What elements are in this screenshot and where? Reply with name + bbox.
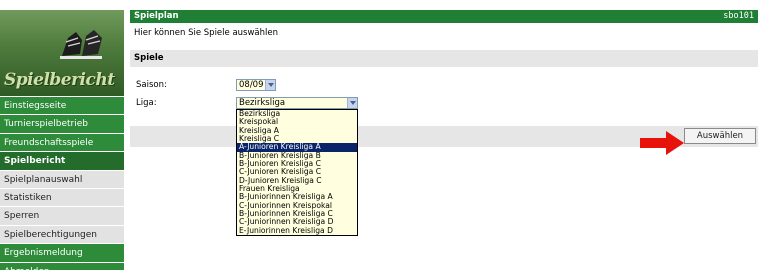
dropdown-option[interactable]: C-Juniorinnen Kreispokal — [237, 202, 357, 210]
sidebar-item[interactable]: Abmelden — [0, 262, 124, 270]
dropdown-option[interactable]: Frauen Kreisliga — [237, 185, 357, 193]
liga-select[interactable]: Bezirksliga — [236, 97, 358, 109]
sidebar-item[interactable]: Ergebnismeldung — [0, 244, 124, 263]
page-title-bar: Spielplan sbo101 — [130, 10, 758, 23]
page-title: Spielplan — [134, 11, 179, 21]
dropdown-option[interactable]: Kreispokal — [237, 118, 357, 126]
dropdown-option[interactable]: Kreisliga C — [237, 135, 357, 143]
sidebar-item[interactable]: Sperren — [0, 207, 124, 226]
logo-text: Spielbericht — [4, 70, 115, 90]
sidebar-item[interactable]: Turnierspielbetrieb — [0, 115, 124, 134]
dropdown-option[interactable]: C-Junioren Kreisliga C — [237, 168, 357, 176]
dropdown-option[interactable]: Kreisliga A — [237, 127, 357, 135]
saison-label: Saison: — [136, 80, 167, 90]
chevron-down-icon[interactable] — [347, 98, 357, 108]
sidebar-item[interactable]: Spielplanauswahl — [0, 170, 124, 189]
red-arrow-icon — [640, 131, 684, 155]
sidebar-nav: Einstiegsseite Turnierspielbetrieb Freunds… — [0, 97, 124, 270]
page-subtitle: Hier können Sie Spiele auswählen — [134, 28, 279, 38]
user-id: sbo101 — [723, 11, 754, 21]
dropdown-option[interactable]: B-Junioren Kreisliga B — [237, 152, 357, 160]
liga-dropdown-list[interactable]: Bezirksliga Kreispokal Kreisliga A Kreislig… — [236, 109, 358, 237]
liga-label: Liga: — [136, 98, 157, 108]
sidebar-item[interactable]: Spielberechtigungen — [0, 225, 124, 245]
dropdown-option[interactable]: D-Junioren Kreisliga C — [237, 177, 357, 185]
chevron-down-icon[interactable] — [265, 80, 275, 90]
submit-button[interactable]: Auswählen — [684, 128, 756, 144]
main-content: Spielplan sbo101 Hier können Sie Spiele … — [130, 0, 758, 270]
logo: Spielbericht — [0, 10, 124, 96]
sidebar-item[interactable]: Einstiegsseite — [0, 97, 124, 116]
dropdown-option[interactable]: B-Juniorinnen Kreisliga C — [237, 210, 357, 218]
sidebar-item[interactable]: Freundschaftsspiele — [0, 133, 124, 153]
saison-select[interactable]: 08/09 — [236, 79, 276, 91]
dropdown-option[interactable]: E-Juniorinnen Kreisliga D — [237, 227, 357, 235]
sidebar: Spielbericht Einstiegsseite Turnierspielb… — [0, 0, 124, 270]
sidebar-item[interactable]: Statistiken — [0, 188, 124, 208]
saison-select-value: 08/09 — [239, 80, 264, 90]
dropdown-option[interactable]: A-Junioren Kreisliga A — [237, 143, 357, 152]
sidebar-item[interactable]: Spielbericht — [0, 152, 124, 171]
dropdown-option[interactable]: Bezirksliga — [237, 110, 357, 118]
dropdown-option[interactable]: B-Juniorinnen Kreisliga A — [237, 193, 357, 201]
dropdown-option[interactable]: C-Juniorinnen Kreisliga D — [237, 218, 357, 226]
liga-select-value: Bezirksliga — [239, 98, 286, 108]
section-header: Spiele — [130, 50, 758, 67]
football-boots-icon — [60, 30, 102, 59]
dropdown-option[interactable]: B-Junioren Kreisliga C — [237, 160, 357, 168]
